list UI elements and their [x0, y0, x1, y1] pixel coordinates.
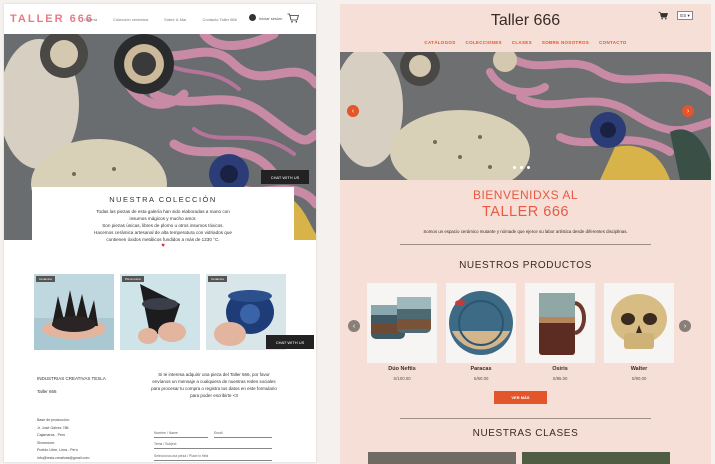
product-image-walter[interactable] [604, 283, 674, 363]
left-site-preview: TALLER 666 Galería Colección cerámica So… [4, 4, 316, 462]
collection-card: NUESTRA COLECCIÓN Todas las piezas de es… [32, 187, 294, 271]
language-select[interactable]: ES ▾ [677, 11, 693, 20]
product-name[interactable]: Paracas [446, 366, 516, 372]
gallery-item[interactable]: Pieza única [120, 274, 200, 350]
product-name[interactable]: Dúo Neftis [367, 366, 437, 372]
see-more-button[interactable]: VER MÁS [494, 391, 547, 404]
gallery-item[interactable]: Cerámica [34, 274, 114, 350]
products-next-button[interactable]: › [679, 320, 691, 332]
menu-item-sobre-nosotros[interactable]: SOBRE NOSOTROS [542, 40, 589, 45]
subject-field[interactable]: Tema / Subject [154, 442, 272, 449]
slider-next-button[interactable]: › [682, 105, 694, 117]
gallery-tag: Cerámica [36, 276, 55, 282]
product-name[interactable]: Osiris [525, 366, 595, 372]
product-image-osiris[interactable] [525, 283, 595, 363]
products-prev-button[interactable]: ‹ [348, 320, 360, 332]
cart-icon[interactable] [658, 11, 668, 20]
cart-icon[interactable] [287, 13, 299, 23]
chat-with-us-button[interactable]: CHAT WITH US [261, 170, 309, 184]
product-price: S/90.00 [631, 376, 647, 381]
right-menu: CATÁLOGOS COLECCIONES CLASES SOBRE NOSOT… [340, 40, 711, 45]
contact-line: Cajamarca - Perú [37, 433, 66, 437]
classes-heading: NUESTRAS CLASES [472, 428, 579, 439]
tagline: Somos un espacio cerámico mutante y nóma… [423, 229, 628, 234]
menu-item-colecciones[interactable]: COLECCIONES [466, 40, 502, 45]
login-link[interactable]: Iniciar sesión [259, 16, 282, 21]
left-navbar: TALLER 666 Galería Colección cerámica So… [4, 4, 316, 34]
collection-body: Todas las piezas de esta galería han sid… [94, 209, 232, 242]
left-menu-item[interactable]: Colección cerámica [113, 17, 148, 22]
product-price: S/100.00 [393, 376, 411, 381]
screenshot-collage: TALLER 666 Galería Colección cerámica So… [0, 0, 715, 464]
company-name: INDUSTRIAS CREATIVAS TESLA [37, 376, 106, 381]
heart-icon: ♥ [161, 243, 165, 249]
product-price: S/60.00 [473, 376, 489, 381]
contact-line: Base de producción: [37, 418, 70, 422]
welcome-line-2: TALLER 666 [482, 204, 569, 220]
slider-prev-button[interactable]: ‹ [347, 105, 359, 117]
menu-item-catalogos[interactable]: CATÁLOGOS [424, 40, 455, 45]
slider-dot[interactable] [520, 166, 523, 169]
product-image-duo-neftis[interactable] [367, 283, 437, 363]
contact-info: Base de producción: Jr. José Gálvez 786 … [37, 417, 89, 462]
left-footer: INDUSTRIAS CREATIVAS TESLA Taller 666 Ba… [4, 359, 316, 462]
contact-email[interactable]: info@tesla.creativas@gmail.com [37, 455, 89, 463]
collection-title: NUESTRA COLECCIÓN [109, 195, 217, 204]
left-menu-item[interactable]: Contacto Taller 666 [202, 17, 236, 22]
taller-name: Taller 666 [37, 389, 57, 394]
gallery-tag: Pieza única [122, 276, 144, 282]
left-menu: Galería Colección cerámica Sobre & Mar C… [84, 17, 237, 22]
product-price: S/85.00 [552, 376, 568, 381]
left-logo[interactable]: TALLER 666 [10, 13, 94, 25]
chat-with-us-button-2[interactable]: CHAT WITH US [266, 335, 314, 349]
contact-line: Showroom: [37, 440, 56, 445]
class-image[interactable] [522, 452, 670, 464]
slider-dot[interactable] [527, 166, 530, 169]
welcome-line-1: BIENVENIDXS AL [472, 188, 579, 202]
user-icon[interactable] [249, 14, 256, 21]
product-name[interactable]: Walter [604, 366, 674, 372]
left-menu-item[interactable]: Sobre & Mar [164, 17, 186, 22]
right-site-preview: Taller 666 ES ▾ CATÁLOGOS COLECCIONES CL… [340, 4, 711, 464]
slider-dots [513, 166, 530, 169]
slider-dot[interactable] [513, 166, 516, 169]
piece-select[interactable]: Selecciona una pieza / Place in field [154, 454, 272, 461]
contact-line: Jr. José Gálvez 786 [37, 425, 69, 430]
right-logo[interactable]: Taller 666 [340, 12, 711, 30]
left-menu-item[interactable]: Galería [84, 17, 97, 22]
menu-item-clases[interactable]: CLASES [512, 40, 532, 45]
name-field[interactable]: Nombre / Name [154, 431, 208, 438]
class-image[interactable] [368, 452, 516, 464]
contact-message: Si te interesa adquirir una pieza del Ta… [151, 372, 277, 398]
product-image-paracas[interactable] [446, 283, 516, 363]
contact-line: Pueblo Libre, Lima - Perú [37, 448, 78, 452]
divider [400, 418, 651, 419]
email-field[interactable]: Email [214, 431, 272, 438]
menu-item-contacto[interactable]: CONTACTO [599, 40, 626, 45]
right-hero-slider [340, 52, 711, 180]
divider [400, 244, 651, 245]
gallery-tag: Cerámica [208, 276, 227, 282]
products-heading: NUESTROS PRODUCTOS [459, 260, 592, 271]
